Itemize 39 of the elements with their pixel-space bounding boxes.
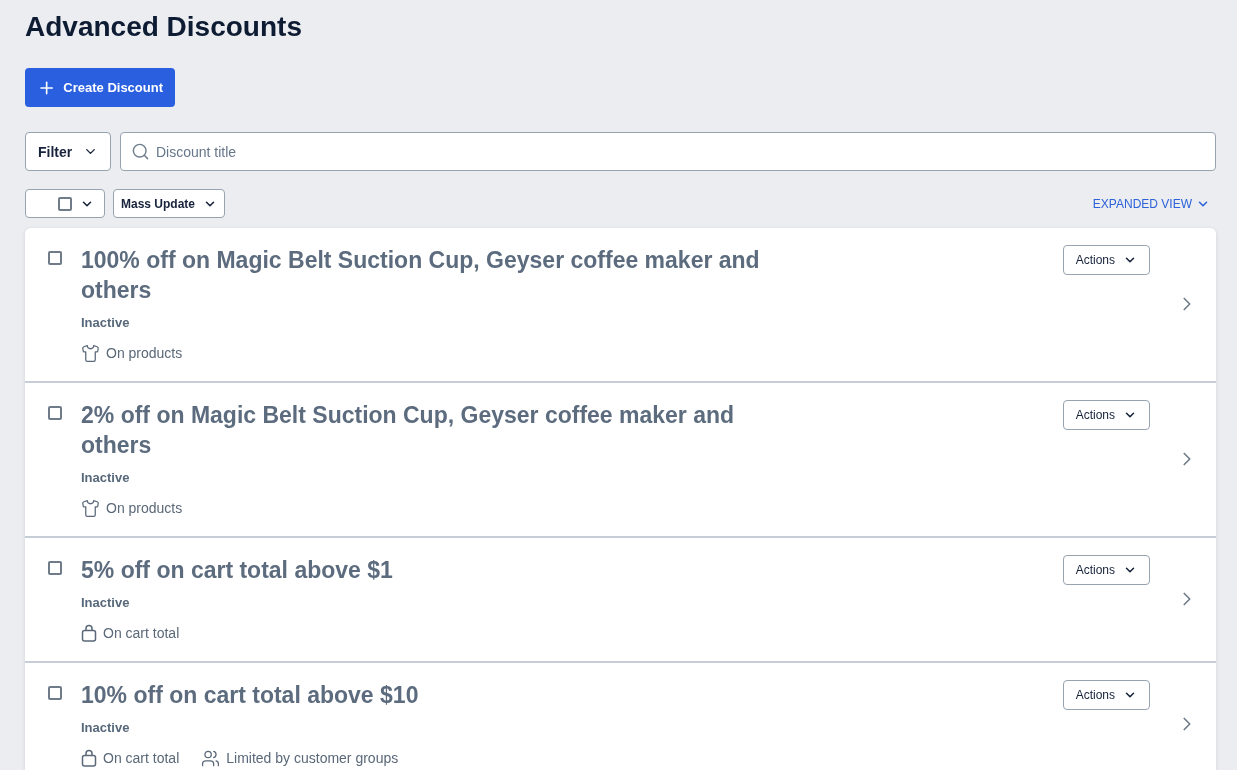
status-label: Inactive (81, 314, 130, 332)
condition-label: Limited by customer groups (226, 750, 399, 766)
condition-label: On products (106, 500, 183, 516)
row-checkbox[interactable] (48, 561, 62, 575)
discount-title: 2% off on Magic Belt Suction Cup, Geyser coffee maker and others (81, 401, 736, 460)
bag-icon (81, 749, 97, 767)
search-icon (131, 142, 150, 161)
expanded-view-toggle[interactable]: EXPANDED VIEW (1092, 196, 1216, 211)
row-checkbox[interactable] (48, 686, 62, 700)
discount-title: 10% off on cart total above $10 (81, 681, 419, 710)
condition-label: On cart total (103, 625, 180, 641)
create-discount-button[interactable]: Create Discount (25, 68, 175, 107)
discount-card[interactable]: 2% off on Magic Belt Suction Cup, Geyser coffee maker and others Inactive On products Actions (25, 383, 1216, 538)
condition-label: On cart total (103, 750, 180, 766)
bag-icon (81, 624, 97, 642)
shirt-icon (81, 498, 100, 518)
filter-button[interactable]: Filter (25, 132, 111, 171)
page-title: Advanced Discounts (25, 10, 302, 44)
search-field[interactable]: Discount title (120, 132, 1216, 171)
mass-update-button[interactable]: Mass Update (113, 189, 226, 218)
row-checkbox[interactable] (48, 406, 62, 420)
discount-card[interactable]: 10% off on cart total above $10 Inactive On cart total Limited by customer groups Actions (25, 663, 1216, 770)
status-label: Inactive (81, 594, 130, 612)
condition-label: On products (106, 345, 183, 361)
discount-title: 100% off on Magic Belt Suction Cup, Geyser coffee maker and others (81, 246, 761, 305)
shirt-icon (81, 343, 100, 363)
actions-button[interactable]: Actions (1062, 400, 1150, 430)
status-label: Inactive (81, 469, 130, 487)
discount-card[interactable]: 5% off on cart total above $1 Inactive On cart total Actions (25, 538, 1216, 663)
people-icon (201, 748, 221, 768)
actions-button[interactable]: Actions (1062, 245, 1150, 275)
select-all-dropdown[interactable] (25, 189, 105, 218)
discount-card[interactable]: 100% off on Magic Belt Suction Cup, Geyser coffee maker and others Inactive On products Actions (25, 228, 1216, 383)
row-checkbox[interactable] (48, 251, 62, 265)
select-all-checkbox[interactable] (58, 196, 72, 211)
actions-button[interactable]: Actions (1062, 555, 1150, 585)
status-label: Inactive (81, 719, 130, 737)
discount-title: 5% off on cart total above $1 (81, 556, 393, 585)
actions-button[interactable]: Actions (1062, 680, 1150, 710)
